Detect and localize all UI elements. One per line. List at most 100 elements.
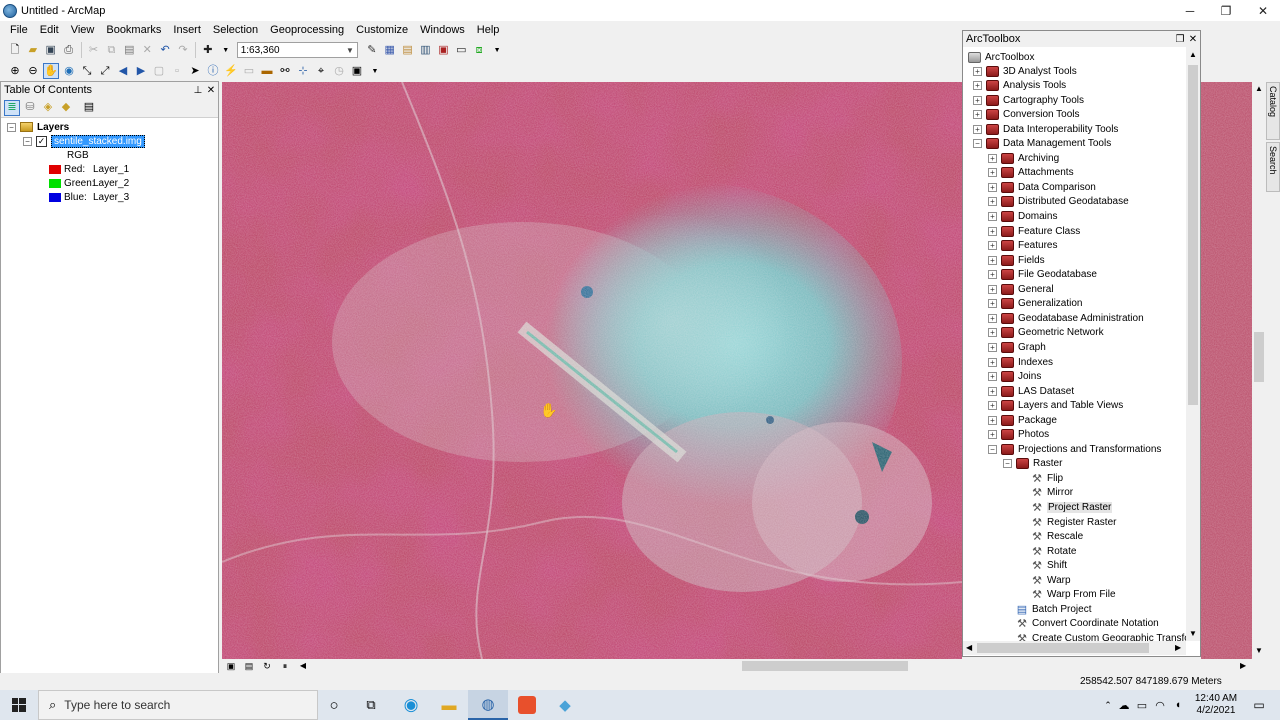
toolbox-tree-item[interactable]: + Cartography Tools xyxy=(973,93,1084,107)
toolbar-options-icon[interactable]: ▼ xyxy=(489,42,505,58)
scroll-left-arrow-icon[interactable]: ◀ xyxy=(295,658,311,674)
go-forward-arrow-icon[interactable]: ▶ xyxy=(133,63,149,79)
expand-icon[interactable]: + xyxy=(988,415,997,425)
toolbox-tree-item[interactable]: − Raster xyxy=(1003,457,1062,471)
menu-file[interactable]: File xyxy=(4,24,34,36)
expand-icon[interactable]: + xyxy=(988,430,997,440)
toolbox-tree-item[interactable]: +3D Analyst Tools xyxy=(973,64,1077,78)
onedrive-cloud-icon[interactable]: ☁ xyxy=(1116,690,1132,720)
toolbox-tree-item[interactable]: + Joins xyxy=(988,370,1041,384)
windows-start-icon[interactable] xyxy=(0,690,38,720)
modelbuilder-icon[interactable]: ⧈ xyxy=(471,42,487,58)
toolbox-tree-item[interactable]: ⚒ Project Raster xyxy=(1018,501,1113,515)
expand-icon[interactable]: + xyxy=(988,241,997,251)
list-by-visibility-icon[interactable]: ◈ xyxy=(40,100,56,116)
go-back-arrow-icon[interactable]: ◀ xyxy=(115,63,131,79)
toolbox-tree-item[interactable]: − Projections and Transformations xyxy=(988,442,1161,456)
list-by-selection-icon[interactable]: ◆ xyxy=(58,100,74,116)
raster-layer-item[interactable]: − ✓ sentile_stacked.img xyxy=(23,134,145,148)
time-slider-icon[interactable]: ◷ xyxy=(331,63,347,79)
redo-icon[interactable]: ↷ xyxy=(175,42,191,58)
clear-selection-icon[interactable]: ▫ xyxy=(169,63,185,79)
layer-visibility-checkbox[interactable]: ✓ xyxy=(36,135,47,147)
screen-recorder-icon[interactable] xyxy=(508,690,546,720)
minimize-button[interactable]: ─ xyxy=(1173,0,1207,21)
layout-view-icon[interactable]: ▣ xyxy=(223,658,239,674)
full-extent-globe-icon[interactable]: ◉ xyxy=(61,63,77,79)
pause-drawing-icon[interactable]: ⏸ xyxy=(277,658,293,674)
find-route-icon[interactable]: ⊹ xyxy=(295,63,311,79)
toolbox-tree-item[interactable]: ⚒ Register Raster xyxy=(1018,515,1116,529)
layer-name[interactable]: sentile_stacked.img xyxy=(51,134,145,148)
expand-icon[interactable]: + xyxy=(988,197,997,207)
toc-options-icon[interactable]: ▤ xyxy=(81,100,97,116)
toolbox-tree-item[interactable]: ⚒ Convert Coordinate Notation xyxy=(1003,617,1159,631)
go-to-xy-icon[interactable]: ⌖ xyxy=(313,63,329,79)
open-folder-icon[interactable]: ▰ xyxy=(25,42,41,58)
python-window-icon[interactable]: ▭ xyxy=(453,42,469,58)
zoom-out-icon[interactable]: ⊖ xyxy=(25,63,41,79)
toolbox-tree-item[interactable]: ⚒ Mirror xyxy=(1018,486,1073,500)
arctoolbox-vertical-scrollbar[interactable]: ▲ ▼ xyxy=(1186,47,1200,641)
toolbox-tree-item[interactable]: + LAS Dataset xyxy=(988,384,1074,398)
maximize-pane-icon[interactable]: ❐ xyxy=(1173,31,1187,47)
collapse-icon[interactable]: − xyxy=(1003,459,1012,469)
fixed-zoom-out-icon[interactable]: ⤢ xyxy=(97,63,113,79)
toolbox-tree-item[interactable]: + Domains xyxy=(988,210,1057,224)
collapse-icon[interactable]: − xyxy=(7,122,16,132)
copy-icon[interactable]: ⧉ xyxy=(103,42,119,58)
scroll-down-arrow-icon[interactable]: ▼ xyxy=(1255,646,1263,655)
menu-help[interactable]: Help xyxy=(471,24,506,36)
dropdown-arrow-icon[interactable]: ▼ xyxy=(218,42,234,58)
notepad-app-icon[interactable]: ◆ xyxy=(546,690,584,720)
toolbox-tree-item[interactable]: + Geometric Network xyxy=(988,326,1104,340)
toolbar-options-icon[interactable]: ▼ xyxy=(367,63,383,79)
select-elements-arrow-icon[interactable]: ➤ xyxy=(187,63,203,79)
toolbox-tree-item[interactable]: + Feature Class xyxy=(988,224,1080,238)
close-pane-icon[interactable]: ✕ xyxy=(1186,31,1200,47)
volume-icon[interactable]: ◖ xyxy=(1170,690,1186,720)
toolbox-tree-item[interactable]: + Archiving xyxy=(988,151,1059,165)
scroll-thumb[interactable] xyxy=(1188,65,1198,405)
battery-icon[interactable]: ▭ xyxy=(1134,690,1150,720)
toolbox-tree-item[interactable]: + Package xyxy=(988,413,1057,427)
scroll-thumb[interactable] xyxy=(742,661,908,671)
show-hidden-icons-icon[interactable]: ⌃ xyxy=(1098,690,1118,720)
delete-icon[interactable]: ✕ xyxy=(139,42,155,58)
scroll-thumb[interactable] xyxy=(977,643,1149,653)
map-vertical-scrollbar[interactable]: ▲ ▼ xyxy=(1252,82,1266,659)
close-pane-icon[interactable]: ✕ xyxy=(204,82,218,98)
add-data-icon[interactable]: ✚ xyxy=(200,42,216,58)
identify-icon[interactable]: ⓘ xyxy=(205,63,221,79)
close-button[interactable]: ✕ xyxy=(1246,0,1280,21)
catalog-window-icon[interactable]: ▤ xyxy=(400,42,416,58)
toolbox-tree-item[interactable]: + Layers and Table Views xyxy=(988,399,1123,413)
toolbox-tree-item[interactable]: ⚒ Rescale xyxy=(1018,530,1083,544)
toolbox-tree-item[interactable]: ⚒ Create Custom Geographic Transformation xyxy=(1003,631,1186,641)
search-tab[interactable]: Search xyxy=(1266,142,1280,192)
arctoolbox-horizontal-scrollbar[interactable]: ◀ ▶ xyxy=(963,641,1186,655)
scroll-right-arrow-icon[interactable]: ▶ xyxy=(1175,643,1181,652)
html-popup-icon[interactable]: ▭ xyxy=(241,63,257,79)
expand-icon[interactable]: + xyxy=(988,357,997,367)
expand-icon[interactable]: + xyxy=(988,212,997,221)
menu-customize[interactable]: Customize xyxy=(350,24,414,36)
wifi-icon[interactable]: ◠ xyxy=(1152,690,1168,720)
viewer-window-icon[interactable]: ▣ xyxy=(349,63,365,79)
edge-browser-icon[interactable]: ◉ xyxy=(392,690,430,720)
hyperlink-icon[interactable]: ⚡ xyxy=(223,63,239,79)
expand-icon[interactable]: + xyxy=(973,124,982,134)
toolbox-tree-item[interactable]: ⚒ Warp xyxy=(1018,573,1070,587)
data-view-icon[interactable]: ▤ xyxy=(241,658,257,674)
toolbox-tree-item[interactable]: ▤ Batch Project xyxy=(1003,602,1092,616)
refresh-icon[interactable]: ↻ xyxy=(259,658,275,674)
expand-icon[interactable]: + xyxy=(988,284,997,294)
expand-icon[interactable]: + xyxy=(988,386,997,396)
file-explorer-icon[interactable]: ▬ xyxy=(430,690,468,720)
expand-icon[interactable]: + xyxy=(973,66,982,76)
toolbox-tree-item[interactable]: + Fields xyxy=(988,253,1045,267)
editor-toolbar-icon[interactable]: ✎ xyxy=(364,42,380,58)
toolbox-tree-item[interactable]: + Graph xyxy=(988,340,1046,354)
taskbar-search-box[interactable]: ⌕ Type here to search xyxy=(38,690,318,720)
find-binoculars-icon[interactable]: ⚯ xyxy=(277,63,293,79)
